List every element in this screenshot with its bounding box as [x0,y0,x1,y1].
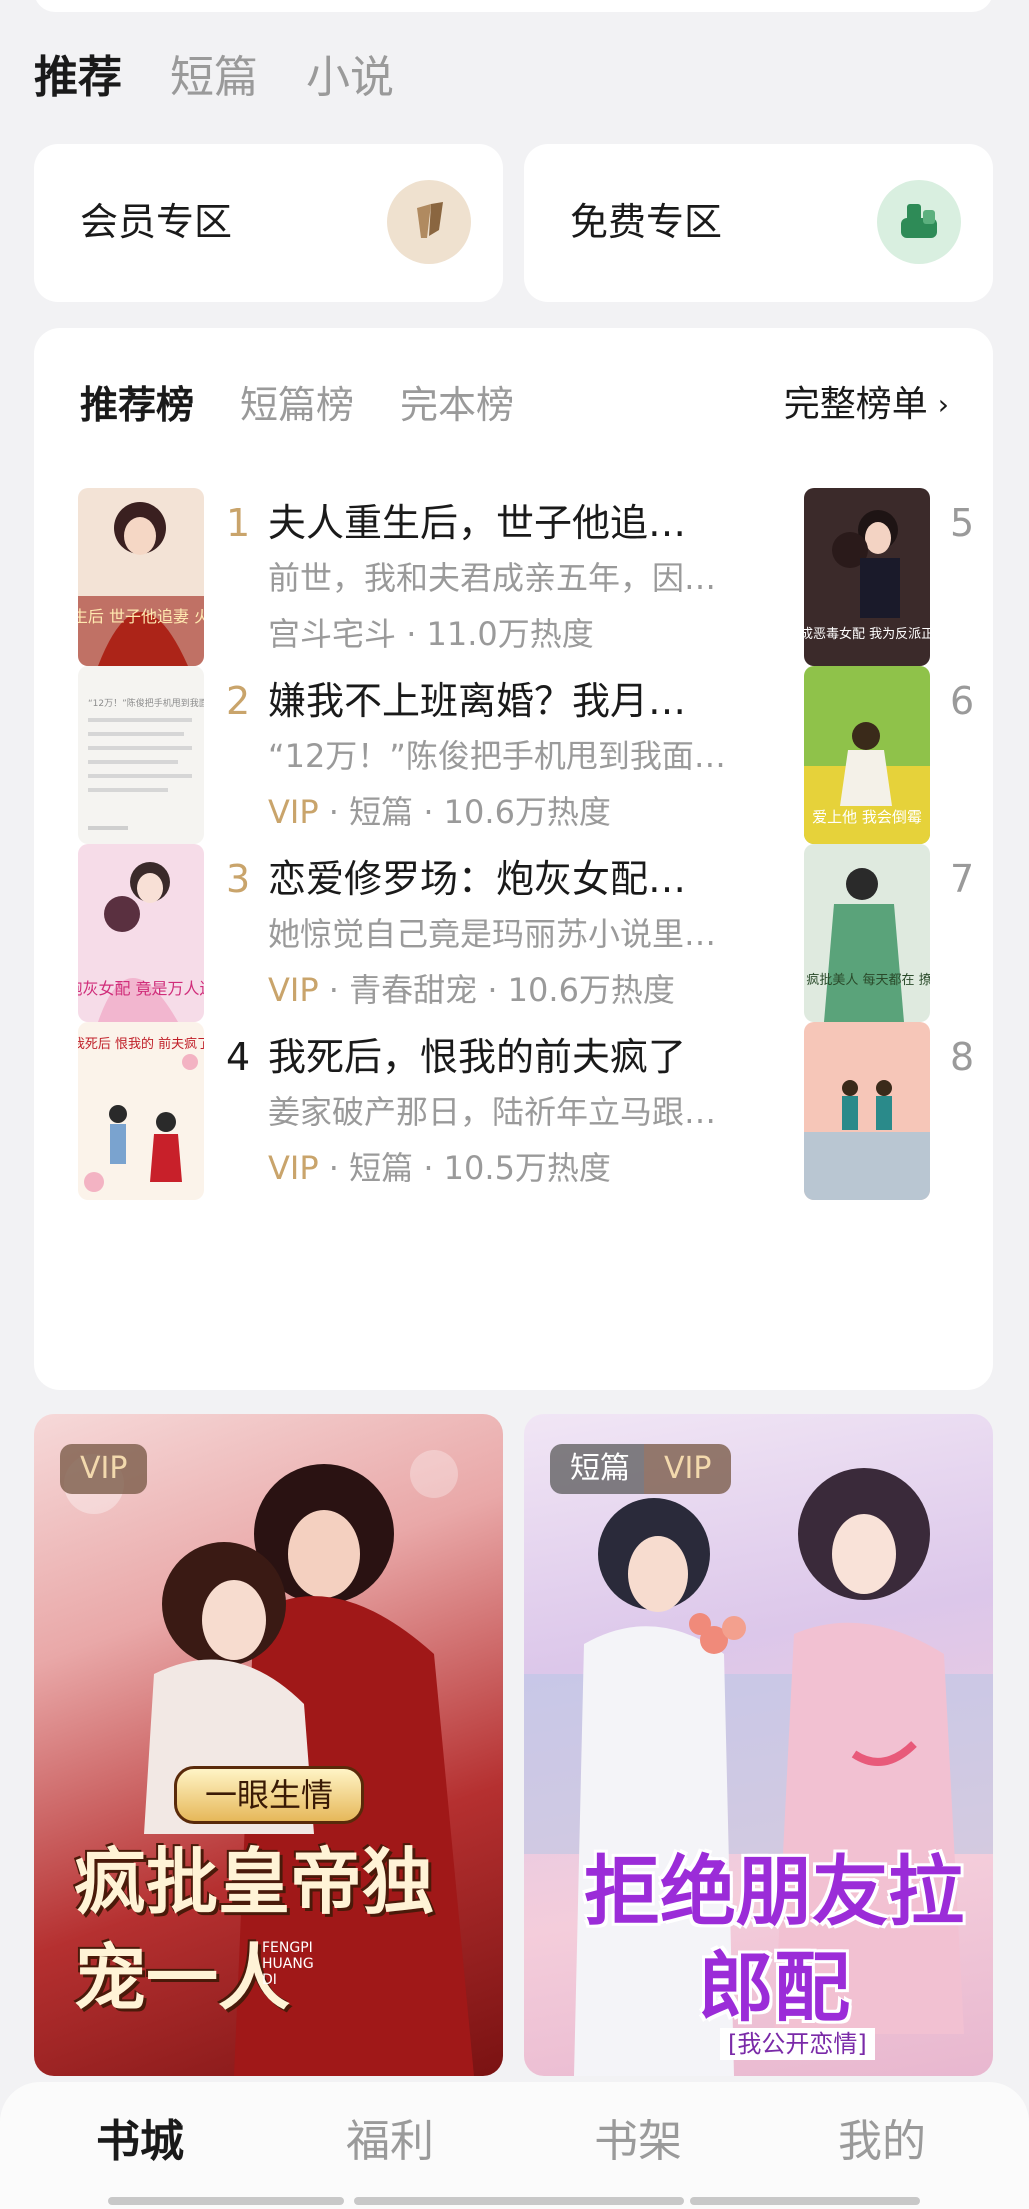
cover-text: 夫人重生后 世子他追妻 火葬场了 [78,607,204,626]
book-cover: 我死后 恨我的 前夫疯了 [78,1022,204,1200]
nav-bookshelf[interactable]: 书架 [594,2112,682,2172]
book-cover: 炮灰女配 竟是万人迷 [78,844,204,1022]
book-title: 我死后，恨我的前夫疯了 [268,1035,687,1079]
book-heat: 10.6万热度 [507,971,675,1009]
rank-number: 6 [950,679,975,723]
list-item[interactable]: 炮灰女配 竟是万人迷 3 恋爱修罗场：炮灰女配… 她惊觉自己竟是玛丽苏小说里… … [78,844,798,1024]
book-description: 前世，我和夫君成亲五年，因… [268,559,717,597]
book-meta: 宫斗宅斗 · 11.0万热度 [268,615,594,653]
cover-text: 我死后 恨我的 前夫疯了 [78,1036,204,1052]
book-cover-side[interactable]: 穿成恶毒女配 我为反派正名 [804,488,930,666]
book-banner-right[interactable]: 短篇 VIP 拒绝朋友拉郎配 [我公开恋情] [524,1414,993,2076]
book-description: 她惊觉自己竟是玛丽苏小说里… [268,915,717,953]
rank-number: 4 [226,1035,251,1079]
book-banner-left[interactable]: VIP 一眼生情 疯批皇帝独宠一人 FENGPI HUANG DI [34,1414,503,2076]
banner-subtitle: [我公开恋情] [720,2028,875,2060]
book-cover-side[interactable]: 爱上他 我会倒霉 [804,666,930,844]
banner-subtitle: FENGPI HUANG DI [262,1940,314,1988]
tab-recommend[interactable]: 推荐 [34,48,122,108]
tab-short[interactable]: 短篇 [170,48,258,108]
chevron-right-icon: › [937,388,949,421]
rank-number: 5 [950,501,975,545]
main-tabs: 推荐 短篇 小说 [34,48,442,108]
tab-complete-rank[interactable]: 完本榜 [400,380,514,430]
vip-badge: VIP [60,1444,148,1494]
vip-label: VIP [268,793,319,831]
book-title: 恋爱修罗场：炮灰女配… [268,857,687,901]
banner-title: 拒绝朋友拉郎配 [584,1847,964,2032]
tab-novel[interactable]: 小说 [306,48,394,108]
book-heat: 10.5万热度 [443,1149,611,1187]
book-genre: 短篇 [349,793,414,831]
badge-row: 短篇 VIP [550,1444,732,1494]
tab-recommend-rank[interactable]: 推荐榜 [80,380,194,430]
nav-welfare[interactable]: 福利 [346,2112,434,2172]
rank-number: 7 [950,857,975,901]
book-heat: 11.0万热度 [426,615,594,653]
rank-number: 3 [226,857,251,901]
tab-short-rank[interactable]: 短篇榜 [240,380,354,430]
vip-label: VIP [268,1149,319,1187]
book-meta: VIP · 青春甜宠 · 10.6万热度 [268,971,675,1009]
book-cover: “12万！”陈俊把手机甩到我面前。“看看！人家月薪12万！” [78,666,204,844]
nav-scroll-indicator [690,2197,920,2205]
top-card-remnant [34,0,993,12]
book-genre: 宫斗宅斗 [268,615,397,653]
full-list-label: 完整榜单 [783,384,928,425]
book-description: 姜家破产那日，陆祈年立马跟… [268,1093,717,1131]
short-badge: 短篇 [550,1444,644,1494]
cover-text: 爱上他 我会倒霉 [812,808,922,826]
book-description: “12万！”陈俊把手机甩到我面… [268,737,726,775]
rank-number: 1 [226,501,251,545]
nav-bookstore[interactable]: 书城 [96,2112,184,2172]
vip-zone-card[interactable]: 会员专区 [34,144,503,302]
ranking-tabs: 推荐榜 短篇榜 完本榜 [80,380,560,430]
book-genre: 短篇 [349,1149,414,1187]
cover-text: “12万！”陈俊把手机甩到我面前。“看看！人家月薪12万！” [88,697,204,709]
list-item[interactable]: 夫人重生后 世子他追妻 火葬场了 1 夫人重生后，世子他追… 前世，我和夫君成亲… [78,488,798,668]
book-cover-side[interactable] [804,1022,930,1200]
book-cover-side[interactable]: 重生后 疯批美人 每天都在 撩人攻心 [804,844,930,1022]
vip-zone-icon [387,180,471,264]
rank-number: 8 [950,1035,975,1079]
vip-zone-label: 会员专区 [80,200,233,244]
book-title: 嫌我不上班离婚？我月… [268,679,687,723]
book-heat: 10.6万热度 [443,793,611,831]
vip-label: VIP [268,971,319,1009]
book-genre: 青春甜宠 [349,971,478,1009]
book-meta: VIP · 短篇 · 10.5万热度 [268,1149,611,1187]
nav-scroll-indicator [108,2197,344,2205]
free-zone-icon [877,180,961,264]
badge-row: VIP [60,1444,148,1494]
bottom-nav: 书城 福利 书架 我的 [0,2082,1029,2209]
vip-badge: VIP [644,1444,732,1494]
free-zone-label: 免费专区 [570,200,723,244]
full-list-link[interactable]: 完整榜单 › [784,380,949,430]
cover-text: 炮灰女配 竟是万人迷 [78,979,204,998]
rank-number: 2 [226,679,251,723]
free-zone-card[interactable]: 免费专区 [524,144,993,302]
ranking-card: 推荐榜 短篇榜 完本榜 完整榜单 › 夫人重生后 世子他追妻 火葬场了 1 夫人… [34,328,993,1390]
cover-text: 重生后 疯批美人 每天都在 撩人攻心 [804,972,930,988]
list-item[interactable]: “12万！”陈俊把手机甩到我面前。“看看！人家月薪12万！” 2 嫌我不上班离婚… [78,666,798,846]
book-cover: 夫人重生后 世子他追妻 火葬场了 [78,488,204,666]
banner-tag: 一眼生情 [174,1766,365,1824]
banner-title: 疯批皇帝独宠一人 [74,1839,435,2020]
cover-text: 穿成恶毒女配 我为反派正名 [804,626,930,642]
book-meta: VIP · 短篇 · 10.6万热度 [268,793,611,831]
list-item[interactable]: 我死后 恨我的 前夫疯了 4 我死后，恨我的前夫疯了 姜家破产那日，陆祈年立马跟… [78,1022,798,1202]
book-title: 夫人重生后，世子他追… [268,501,687,545]
nav-scroll-indicator [354,2197,684,2205]
nav-me[interactable]: 我的 [838,2112,926,2172]
